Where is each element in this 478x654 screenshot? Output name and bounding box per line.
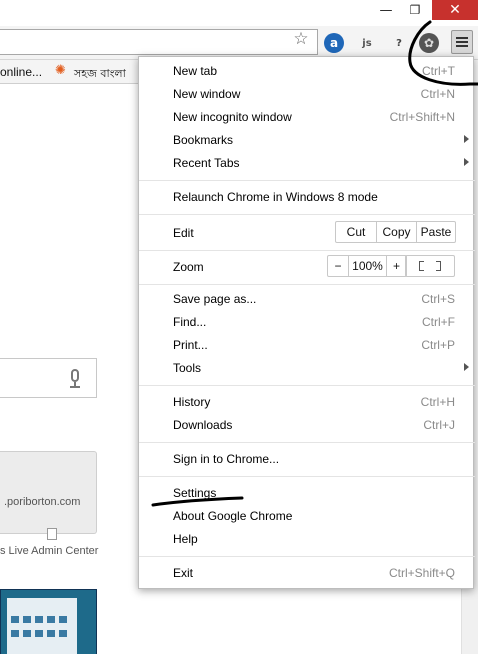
hamburger-icon bbox=[456, 41, 468, 43]
extension-js-icon[interactable]: js bbox=[356, 33, 378, 53]
menu-item-exit[interactable]: Exit Ctrl+Shift+Q bbox=[139, 562, 475, 585]
most-visited-tile[interactable] bbox=[0, 451, 97, 534]
paste-button[interactable]: Paste bbox=[416, 222, 455, 242]
menu-item-sign-in[interactable]: Sign in to Chrome... bbox=[139, 448, 475, 471]
menu-item-relaunch-windows8[interactable]: Relaunch Chrome in Windows 8 mode bbox=[139, 186, 475, 209]
hamburger-icon bbox=[456, 37, 468, 39]
menu-item-history[interactable]: History Ctrl+H bbox=[139, 391, 475, 414]
menu-separator bbox=[139, 284, 475, 285]
menu-item-print[interactable]: Print... Ctrl+P bbox=[139, 334, 475, 357]
hubspot-icon: ✺ bbox=[55, 63, 66, 78]
close-button[interactable]: ✕ bbox=[432, 0, 478, 20]
zoom-level: 100% bbox=[348, 256, 386, 276]
menu-item-new-window[interactable]: New window Ctrl+N bbox=[139, 83, 475, 106]
window-title-bar: — ❐ ✕ bbox=[0, 0, 478, 26]
tile-url: .poriborton.com bbox=[4, 496, 81, 508]
chrome-menu: New tab Ctrl+T New window Ctrl+N New inc… bbox=[138, 56, 475, 589]
menu-item-help[interactable]: Help bbox=[139, 528, 475, 551]
maximize-button[interactable]: ❐ bbox=[402, 0, 428, 20]
bookmark-item-bangla[interactable]: সহজ বাংলা bbox=[74, 65, 126, 84]
browser-toolbar: ☆ a js ? ✿ bbox=[0, 26, 478, 60]
edit-controls: Cut Copy Paste bbox=[335, 221, 456, 243]
menu-item-find[interactable]: Find... Ctrl+F bbox=[139, 311, 475, 334]
search-input[interactable] bbox=[0, 358, 97, 398]
menu-item-tools[interactable]: Tools bbox=[139, 357, 475, 380]
extension-a-icon[interactable]: a bbox=[324, 33, 344, 53]
menu-item-recent-tabs[interactable]: Recent Tabs bbox=[139, 152, 475, 175]
menu-row-edit: Edit Cut Copy Paste bbox=[139, 219, 475, 247]
chrome-menu-button[interactable] bbox=[451, 30, 473, 54]
menu-separator bbox=[139, 556, 475, 557]
extension-film-icon[interactable]: ✿ bbox=[419, 33, 439, 53]
zoom-in-button[interactable]: + bbox=[386, 256, 406, 276]
menu-item-save-page[interactable]: Save page as... Ctrl+S bbox=[139, 288, 475, 311]
submenu-arrow-icon bbox=[464, 158, 469, 166]
menu-item-new-incognito-window[interactable]: New incognito window Ctrl+Shift+N bbox=[139, 106, 475, 129]
document-icon bbox=[47, 528, 57, 540]
microphone-icon[interactable] bbox=[68, 369, 82, 389]
minimize-button[interactable]: — bbox=[374, 0, 398, 20]
fullscreen-button[interactable] bbox=[405, 255, 455, 277]
menu-item-new-tab[interactable]: New tab Ctrl+T bbox=[139, 60, 475, 83]
hamburger-icon bbox=[456, 45, 468, 47]
menu-row-zoom: Zoom − 100% + bbox=[139, 253, 475, 281]
address-bar[interactable] bbox=[0, 29, 318, 55]
menu-item-about[interactable]: About Google Chrome bbox=[139, 505, 475, 528]
tile-title[interactable]: s Live Admin Center bbox=[0, 545, 98, 557]
thumbnail-image bbox=[7, 598, 77, 654]
extension-help-icon[interactable]: ? bbox=[389, 33, 409, 53]
submenu-arrow-icon bbox=[464, 135, 469, 143]
menu-item-downloads[interactable]: Downloads Ctrl+J bbox=[139, 414, 475, 437]
cut-button[interactable]: Cut bbox=[336, 222, 376, 242]
bookmark-item-online[interactable]: online... bbox=[0, 65, 42, 79]
submenu-arrow-icon bbox=[464, 363, 469, 371]
menu-separator bbox=[139, 476, 475, 477]
menu-separator bbox=[139, 214, 475, 215]
thumbnail-tile[interactable] bbox=[0, 589, 97, 654]
menu-separator bbox=[139, 250, 475, 251]
menu-separator bbox=[139, 385, 475, 386]
menu-separator bbox=[139, 442, 475, 443]
copy-button[interactable]: Copy bbox=[376, 222, 416, 242]
zoom-controls: − 100% + bbox=[327, 255, 407, 277]
zoom-out-button[interactable]: − bbox=[328, 256, 348, 276]
menu-item-bookmarks[interactable]: Bookmarks bbox=[139, 129, 475, 152]
menu-item-settings[interactable]: Settings bbox=[139, 482, 475, 505]
bookmark-star-icon[interactable]: ☆ bbox=[291, 30, 311, 48]
browser-window: — ❐ ✕ ☆ a js ? ✿ online... ✺ সহজ বাংলা .… bbox=[0, 0, 478, 654]
menu-separator bbox=[139, 180, 475, 181]
